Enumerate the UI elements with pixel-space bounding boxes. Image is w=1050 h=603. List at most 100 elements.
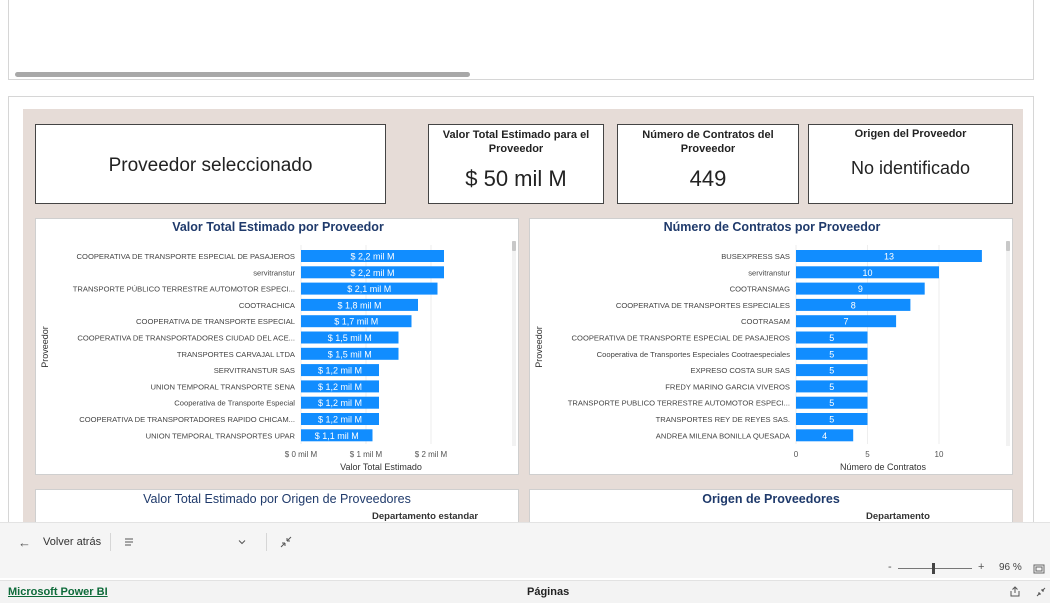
category-label: TRANSPORTE PUBLICO TERRESTRE AUTOMOTOR E… (568, 399, 790, 408)
category-label: BUSEXPRESS SAS (721, 252, 790, 261)
share-icon[interactable] (1009, 586, 1021, 598)
category-label: COOPERATIVA DE TRANSPORTADORES CIUDAD DE… (77, 334, 295, 343)
collapse-button[interactable] (280, 523, 292, 561)
category-label: UNION TEMPORAL TRANSPORTES UPAR (146, 431, 296, 440)
selected-provider-card[interactable]: Proveedor seleccionado (35, 124, 386, 204)
data-label: 5 (829, 398, 834, 408)
x-axis-title: Valor Total Estimado (340, 462, 422, 472)
origin-card[interactable]: Origen del Proveedor No identificado (808, 124, 1013, 204)
data-label: 7 (844, 317, 849, 327)
origin-visual-title: Origen de Proveedores (702, 492, 840, 506)
data-label: $ 1,2 mil M (318, 366, 362, 376)
data-label: $ 2,1 mil M (347, 284, 391, 294)
x-axis-title: Número de Contratos (840, 462, 927, 472)
category-label: servitranstur (253, 268, 295, 277)
zoom-in-button[interactable]: + (978, 561, 984, 573)
x-tick-label: $ 0 mil M (285, 450, 318, 459)
chart-scrollbar-thumb[interactable] (1006, 241, 1010, 251)
value-by-provider-chart[interactable]: Valor Total Estimado por Proveedor $ 0 mi… (35, 218, 519, 475)
nav-divider (110, 533, 111, 551)
back-label: Volver atrás (43, 536, 102, 548)
category-label: TRANSPORTE PÚBLICO TERRESTRE AUTOMOTOR E… (73, 285, 295, 294)
category-label: COOPERATIVA DE TRANSPORTE ESPECIAL (136, 317, 295, 326)
list-icon (125, 538, 133, 546)
data-label: $ 2,2 mil M (350, 268, 394, 278)
chart-scrollbar-track[interactable] (1006, 241, 1010, 446)
chevron-down-icon (238, 540, 246, 545)
contracts-title: Número de Contratos del Proveedor (642, 129, 774, 155)
pages-label[interactable]: Páginas (527, 586, 569, 598)
y-axis-title: Proveedor (534, 326, 544, 368)
category-label: FREDY MARINO GARCIA VIVEROS (665, 382, 790, 391)
y-axis-title: Proveedor (40, 326, 50, 368)
contracts-card[interactable]: Número de Contratos del Proveedor 449 (617, 124, 799, 204)
x-tick-label: $ 2 mil M (415, 450, 448, 459)
zoom-level[interactable]: 96 % (999, 562, 1022, 573)
data-label: 13 (884, 252, 894, 262)
report-frame: Proveedor seleccionado Valor Total Estim… (8, 96, 1034, 526)
category-label: servitranstur (748, 268, 790, 277)
data-label: 4 (822, 431, 827, 441)
category-label: UNION TEMPORAL TRANSPORTE SENA (151, 382, 296, 391)
data-label: 5 (829, 382, 834, 392)
category-label: Cooperativa de Transportes Especiales Co… (597, 350, 791, 359)
category-label: COOPERATIVA DE TRANSPORTE ESPECIAL DE PA… (572, 334, 790, 343)
contracts-by-provider-chart[interactable]: Número de Contratos por Proveedor 0 5 10 BUS… (529, 218, 1013, 475)
value-by-provider-svg: Valor Total Estimado por Proveedor $ 0 mi… (40, 220, 516, 472)
total-value-card[interactable]: Valor Total Estimado para el Proveedor $… (428, 124, 604, 204)
category-label: TRANSPORTES REY DE REYES SAS. (656, 415, 790, 424)
origin-value: No identificado (850, 158, 971, 178)
zoom-slider-track[interactable] (898, 568, 972, 569)
category-label: Cooperativa de Transporte Especial (174, 399, 295, 408)
value-by-origin-visual[interactable]: Valor Total Estimado por Origen de Prove… (35, 489, 519, 525)
origin-visual-legend-title: Departamento (866, 511, 930, 522)
x-tick-label: $ 1 mil M (350, 450, 383, 459)
x-tick-label: 0 (794, 450, 799, 459)
total-value: $ 50 mil M (465, 166, 567, 191)
power-bi-link[interactable]: Microsoft Power BI (8, 586, 108, 598)
category-label: SERVITRANSTUR SAS (214, 366, 295, 375)
chart-title: Número de Contratos por Proveedor (664, 220, 881, 234)
category-label: ANDREA MILENA BONILLA QUESADA (656, 431, 791, 440)
page-selector[interactable] (124, 523, 256, 561)
report-nav-bar: ← Volver atrás (0, 522, 1050, 560)
selected-provider-text: Proveedor seleccionado (108, 155, 313, 176)
chart-scrollbar-track[interactable] (512, 241, 516, 446)
data-label: 9 (858, 284, 863, 294)
category-label: EXPRESO COSTA SUR SAS (691, 366, 790, 375)
data-label: $ 1,5 mil M (328, 333, 372, 343)
contracts-value: 449 (689, 166, 727, 191)
data-label: $ 1,8 mil M (337, 300, 381, 310)
back-button[interactable]: ← Volver atrás (18, 523, 101, 561)
total-value-title: Valor Total Estimado para el Proveedor (442, 129, 590, 155)
data-label: $ 1,7 mil M (334, 317, 378, 327)
x-tick-label: 10 (935, 450, 944, 459)
top-frame (8, 0, 1034, 80)
zoom-slider-thumb[interactable] (932, 563, 935, 574)
status-bar: Microsoft Power BI Páginas (0, 580, 1050, 603)
category-label: COOTRANSMAG (730, 285, 790, 294)
data-label: 5 (829, 333, 834, 343)
contracts-by-provider-svg: Número de Contratos por Proveedor 0 5 10 BUS… (534, 220, 1010, 472)
fit-page-icon[interactable] (1033, 564, 1045, 574)
chart-title: Valor Total Estimado por Proveedor (172, 220, 384, 234)
origin-title: Origen del Proveedor (854, 128, 967, 140)
data-label: $ 1,2 mil M (318, 382, 362, 392)
zoom-out-button[interactable]: - (888, 561, 892, 573)
category-label: COOTRACHICA (239, 301, 296, 310)
data-label: $ 1,2 mil M (318, 398, 362, 408)
chart-scrollbar-thumb[interactable] (512, 241, 516, 251)
category-label: COOPERATIVA DE TRANSPORTADORES RAPIDO CH… (79, 415, 295, 424)
data-label: $ 2,2 mil M (350, 252, 394, 262)
data-label: $ 1,5 mil M (328, 349, 372, 359)
origin-visual[interactable]: Origen de Proveedores Departamento (529, 489, 1013, 525)
collapse-icon (280, 536, 292, 548)
category-label: COOTRASAM (741, 317, 790, 326)
nav-divider-2 (266, 533, 267, 551)
category-label: COOPERATIVA DE TRANSPORTES ESPECIALES (616, 301, 790, 310)
horizontal-scrollbar[interactable] (15, 72, 470, 77)
data-label: $ 1,2 mil M (318, 415, 362, 425)
data-label: $ 1,1 mil M (315, 431, 359, 441)
fullscreen-icon[interactable] (1036, 587, 1046, 597)
value-by-origin-title: Valor Total Estimado por Origen de Prove… (143, 492, 411, 506)
